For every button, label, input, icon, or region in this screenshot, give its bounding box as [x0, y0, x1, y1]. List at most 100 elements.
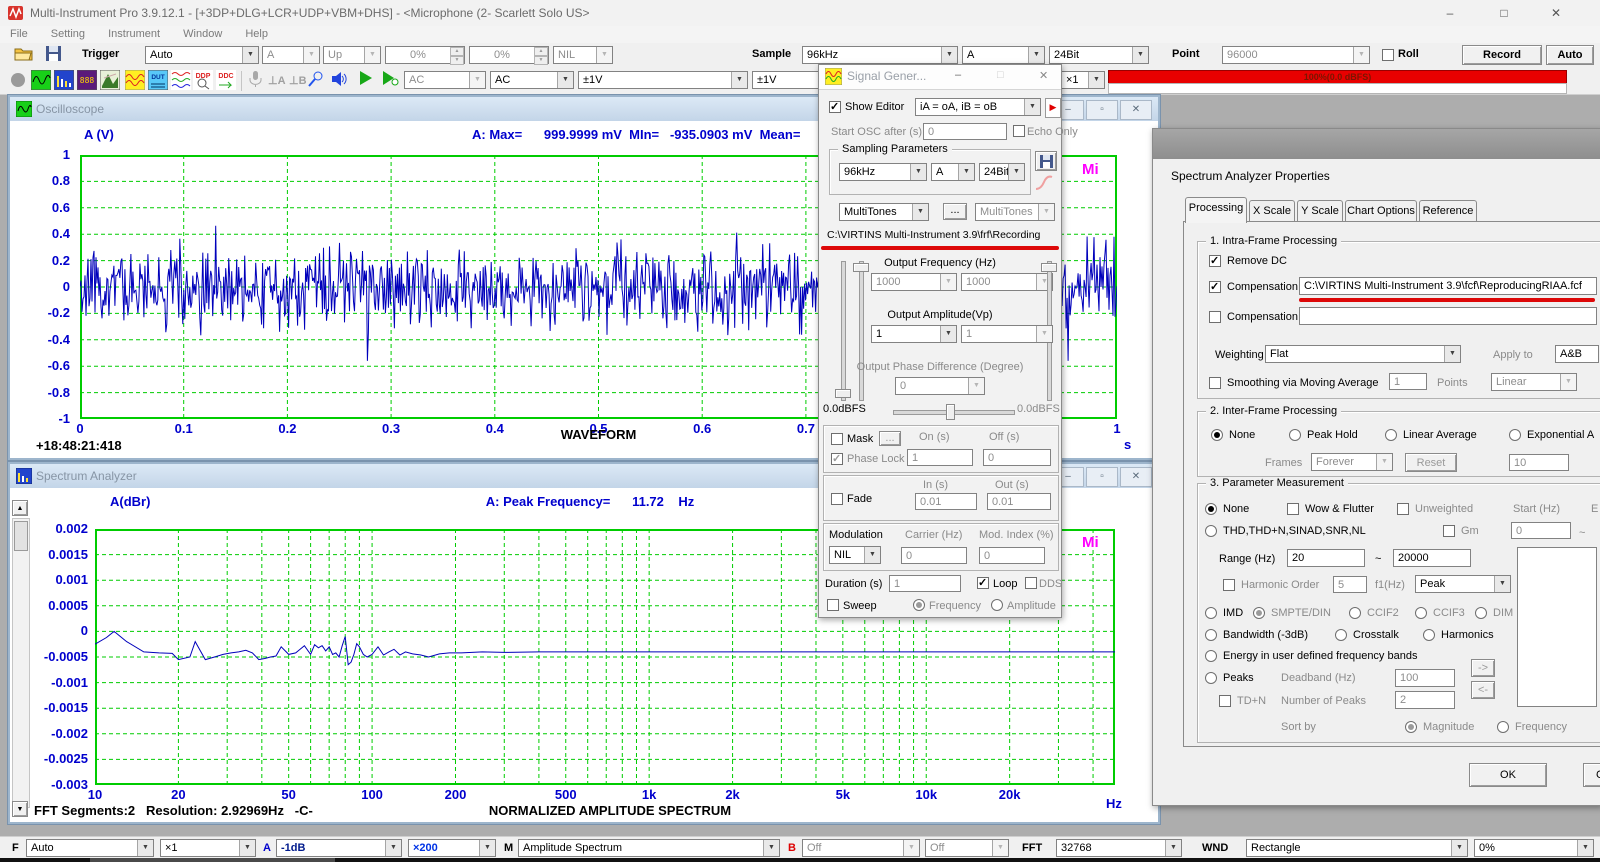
- window-type-combo[interactable]: Rectangle▼: [1246, 839, 1468, 857]
- modulation-combo[interactable]: NIL▼: [829, 546, 881, 564]
- ccif3-radio[interactable]: [1415, 607, 1427, 619]
- thd-radio[interactable]: [1205, 525, 1217, 537]
- ddp-viewer-icon[interactable]: DDP: [193, 70, 213, 90]
- b-zoom-combo[interactable]: Off▼: [925, 839, 1009, 857]
- frequency-bands-listbox[interactable]: [1517, 547, 1597, 707]
- tdn-checkbox[interactable]: [1219, 695, 1231, 707]
- sweep-amplitude-radio[interactable]: [991, 599, 1003, 611]
- compensation2-path-field[interactable]: [1299, 307, 1597, 325]
- coupling-b-combo[interactable]: AC▼: [490, 71, 574, 89]
- harmonics-radio[interactable]: [1423, 629, 1435, 641]
- slider-thumb[interactable]: [835, 389, 851, 398]
- device-test-plan-icon[interactable]: DUT: [148, 70, 168, 90]
- smoothing-points-field[interactable]: 1: [1389, 373, 1427, 390]
- open-file-icon[interactable]: [14, 46, 33, 64]
- derived-data-icon[interactable]: [171, 70, 191, 90]
- probe-calibration-icon[interactable]: [307, 70, 327, 90]
- menu-instrument[interactable]: Instrument: [98, 26, 170, 42]
- trigger-mode-combo[interactable]: Auto▼: [145, 46, 259, 64]
- exp-frames-field[interactable]: 10: [1509, 454, 1569, 471]
- menu-setting[interactable]: Setting: [41, 26, 95, 42]
- tab-y-scale[interactable]: Y Scale: [1297, 200, 1343, 222]
- harmonic-order-checkbox[interactable]: [1223, 579, 1235, 591]
- spectrum-analyzer-icon[interactable]: [54, 70, 74, 90]
- energy-radio[interactable]: [1205, 650, 1217, 662]
- range-a-combo[interactable]: ±1V▼: [578, 71, 748, 89]
- sound-device-icon[interactable]: [330, 70, 350, 90]
- echo-only-checkbox[interactable]: [1013, 125, 1025, 137]
- oscilloscope-icon[interactable]: [31, 70, 51, 90]
- slider-thumb[interactable]: [946, 404, 955, 420]
- tab-chart-options[interactable]: Chart Options: [1345, 200, 1417, 222]
- duration-field[interactable]: 1: [889, 575, 961, 592]
- gen-bits-combo[interactable]: 24Bit▼: [979, 163, 1025, 181]
- points-combo[interactable]: 96000▼: [1222, 46, 1370, 64]
- gm-checkbox[interactable]: [1443, 525, 1455, 537]
- imd-radio[interactable]: [1205, 607, 1217, 619]
- harmonic-order-field[interactable]: 5: [1333, 576, 1367, 593]
- dim-radio[interactable]: [1475, 607, 1487, 619]
- sweep-frequency-radio[interactable]: [913, 599, 925, 611]
- compensation2-checkbox[interactable]: [1209, 311, 1221, 323]
- phase-combo[interactable]: 0▼: [895, 377, 985, 395]
- run-loop-icon[interactable]: [381, 70, 401, 90]
- frequency-a-combo[interactable]: 1000▼: [871, 273, 957, 291]
- slider-thumb[interactable]: [853, 263, 869, 272]
- probe-combo[interactable]: ×1▼: [1061, 71, 1105, 89]
- scrollbar-thumb[interactable]: [14, 521, 28, 551]
- trigger-hpf-combo[interactable]: NIL▼: [553, 46, 613, 64]
- mask-browse-button[interactable]: ...: [879, 431, 901, 446]
- trigger-edge-combo[interactable]: Up▼: [323, 46, 381, 64]
- signal-generator-title-bar[interactable]: Signal Gener... – □ ✕: [819, 65, 1061, 90]
- level-a-slider[interactable]: [841, 261, 846, 401]
- trigger-source-combo[interactable]: A▼: [262, 46, 320, 64]
- close-icon[interactable]: ✕: [1120, 100, 1152, 120]
- pm-none-radio[interactable]: [1205, 503, 1217, 515]
- smoothing-type-combo[interactable]: Linear▼: [1491, 373, 1577, 391]
- start-osc-field[interactable]: 0: [923, 123, 1007, 140]
- unweighted-checkbox[interactable]: [1397, 503, 1409, 515]
- mask-on-field[interactable]: 1: [907, 449, 973, 466]
- gen-channel-combo[interactable]: A▼: [931, 163, 975, 181]
- loop-checkbox[interactable]: [977, 577, 989, 589]
- close-icon[interactable]: ✕: [1039, 69, 1048, 82]
- sweep-checkbox[interactable]: [827, 599, 839, 611]
- ok-button[interactable]: OK: [1469, 763, 1547, 787]
- compensation1-path-field[interactable]: C:\VIRTINS Multi-Instrument 3.9\fcf\Repr…: [1299, 277, 1597, 295]
- b-range-combo[interactable]: Off▼: [802, 839, 920, 857]
- amplitude-b-combo[interactable]: 1▼: [961, 325, 1053, 343]
- record-button[interactable]: Record: [1462, 45, 1542, 65]
- ddc-icon[interactable]: DDC: [216, 70, 236, 90]
- maximize-icon[interactable]: □: [997, 69, 1004, 81]
- restore-icon[interactable]: ▫: [1086, 100, 1118, 120]
- tab-x-scale[interactable]: X Scale: [1249, 200, 1295, 222]
- compensation1-checkbox[interactable]: [1209, 281, 1221, 293]
- start-hz-field[interactable]: 0: [1511, 522, 1571, 539]
- run-icon[interactable]: [358, 70, 378, 90]
- slider-thumb[interactable]: [1041, 263, 1057, 272]
- sort-frequency-radio[interactable]: [1497, 721, 1509, 733]
- freq-mult-combo[interactable]: ×1▼: [160, 839, 256, 857]
- fade-out-field[interactable]: 0.01: [987, 493, 1051, 510]
- mask-off-field[interactable]: 0: [983, 449, 1051, 466]
- inter-none-radio[interactable]: [1211, 429, 1223, 441]
- restore-icon[interactable]: ▫: [1086, 467, 1118, 487]
- spinner-arrows-icon[interactable]: ▲▼: [450, 47, 464, 63]
- dds-checkbox[interactable]: [1025, 577, 1037, 589]
- show-editor-checkbox[interactable]: [829, 101, 841, 113]
- waveform-a-combo[interactable]: MultiTones▼: [839, 203, 929, 221]
- f1-combo[interactable]: Peak▼: [1415, 575, 1511, 593]
- linear-average-radio[interactable]: [1385, 429, 1397, 441]
- fade-in-field[interactable]: 0.01: [915, 493, 977, 510]
- maximize-icon[interactable]: □: [1487, 3, 1521, 23]
- peak-hold-radio[interactable]: [1289, 429, 1301, 441]
- sample-channel-combo[interactable]: A▼: [962, 46, 1045, 64]
- spectrum-mode-combo[interactable]: Amplitude Spectrum▼: [518, 839, 780, 857]
- crosstalk-radio[interactable]: [1335, 629, 1347, 641]
- move-right-button[interactable]: ->: [1471, 659, 1495, 677]
- trigger-level-spinner[interactable]: 0%▲▼: [385, 46, 465, 64]
- apply-to-field[interactable]: A&B: [1555, 345, 1599, 363]
- frames-combo[interactable]: Forever▼: [1311, 453, 1393, 471]
- a-zoom-combo[interactable]: ×200▼: [408, 839, 496, 857]
- fade-checkbox[interactable]: [831, 493, 843, 505]
